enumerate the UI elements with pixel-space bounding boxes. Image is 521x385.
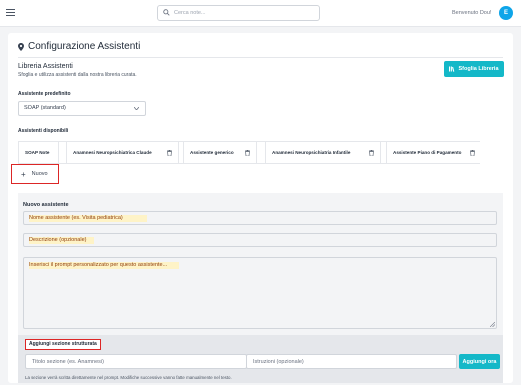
assistant-chip-soap-note[interactable]: SOAP Note [19,142,59,163]
assistant-chip-anamnesi-neuropsichiatrica-claude[interactable]: Anamnesi Neuropsichiatrica Claude [66,142,179,163]
chip-label: Anamnesi Neuropsichiatria Infantile [272,150,351,155]
chip-label: SOAP Note [25,150,50,155]
search-box[interactable] [157,5,320,21]
assistant-description-input[interactable] [23,233,497,247]
assistant-prompt-textarea[interactable] [23,257,497,329]
section-title-input[interactable] [25,354,247,369]
library-title: Libreria Assistenti [18,63,73,70]
search-input[interactable] [174,7,314,19]
browse-library-button[interactable]: Sfoglia Libreria [444,61,504,77]
top-bar: Benvenuto Dou! E [0,0,521,27]
new-assistant-label: Nuovo [31,171,48,177]
section-instructions-input[interactable] [246,354,457,369]
search-icon [163,9,170,16]
library-subtitle: Sfoglia e utilizza assistenti dalla nost… [18,72,137,78]
chip-label: Assistente generico [190,150,234,155]
resize-handle-icon[interactable] [490,322,495,327]
title-divider [18,57,503,58]
available-assistants-label: Assistenti disponibili [18,128,69,134]
structured-section-row: Aggiungi sezione strutturata Aggiungi or… [18,335,503,383]
trash-icon[interactable] [470,149,475,156]
assistant-name-input[interactable] [23,211,497,225]
structured-section-label: Aggiungi sezione strutturata [25,339,101,350]
default-assistant-value: SOAP (standard) [24,105,66,111]
trash-icon[interactable] [245,149,250,156]
page-title: Configurazione Assistenti [18,41,140,52]
avatar[interactable]: E [499,6,513,20]
hamburger-menu-icon[interactable] [6,9,15,16]
new-assistant-button[interactable]: + Nuovo [11,164,59,184]
trash-icon[interactable] [369,149,374,156]
plus-icon: + [21,169,26,179]
configuration-card: Configurazione Assistenti Libreria Assis… [8,33,513,383]
assistant-chip-assistente-piano-di-pagamento[interactable]: Assistente Piano di Pagamento [386,142,481,163]
structured-section-note: La sezione verrà scritta direttamente ne… [25,375,232,380]
chip-label: Anamnesi Neuropsichiatrica Claude [73,150,152,155]
assistant-chip-assistente-generico[interactable]: Assistente generico [183,142,257,163]
chevron-down-icon [134,107,139,110]
new-assistant-panel: Nuovo assistente Aggiungi sezione strutt… [18,193,503,383]
new-assistant-title: Nuovo assistente [23,202,69,208]
map-pin-icon [18,42,24,51]
default-assistant-label: Assistente predefinito [18,91,71,97]
browse-library-label: Sfoglia Libreria [458,66,499,72]
default-assistant-select[interactable]: SOAP (standard) [18,101,146,116]
welcome-text: Benvenuto Dou! [452,10,492,16]
add-section-now-button[interactable]: Aggiungi ora [459,354,500,369]
library-icon [449,66,455,72]
assistant-chips: SOAP Note Anamnesi Neuropsichiatrica Cla… [18,141,481,164]
page-title-text: Configurazione Assistenti [28,41,141,52]
trash-icon[interactable] [167,149,172,156]
assistant-chip-anamnesi-neuropsichiatria-infantile[interactable]: Anamnesi Neuropsichiatria Infantile [265,142,381,163]
chip-label: Assistente Piano di Pagamento [393,150,462,155]
